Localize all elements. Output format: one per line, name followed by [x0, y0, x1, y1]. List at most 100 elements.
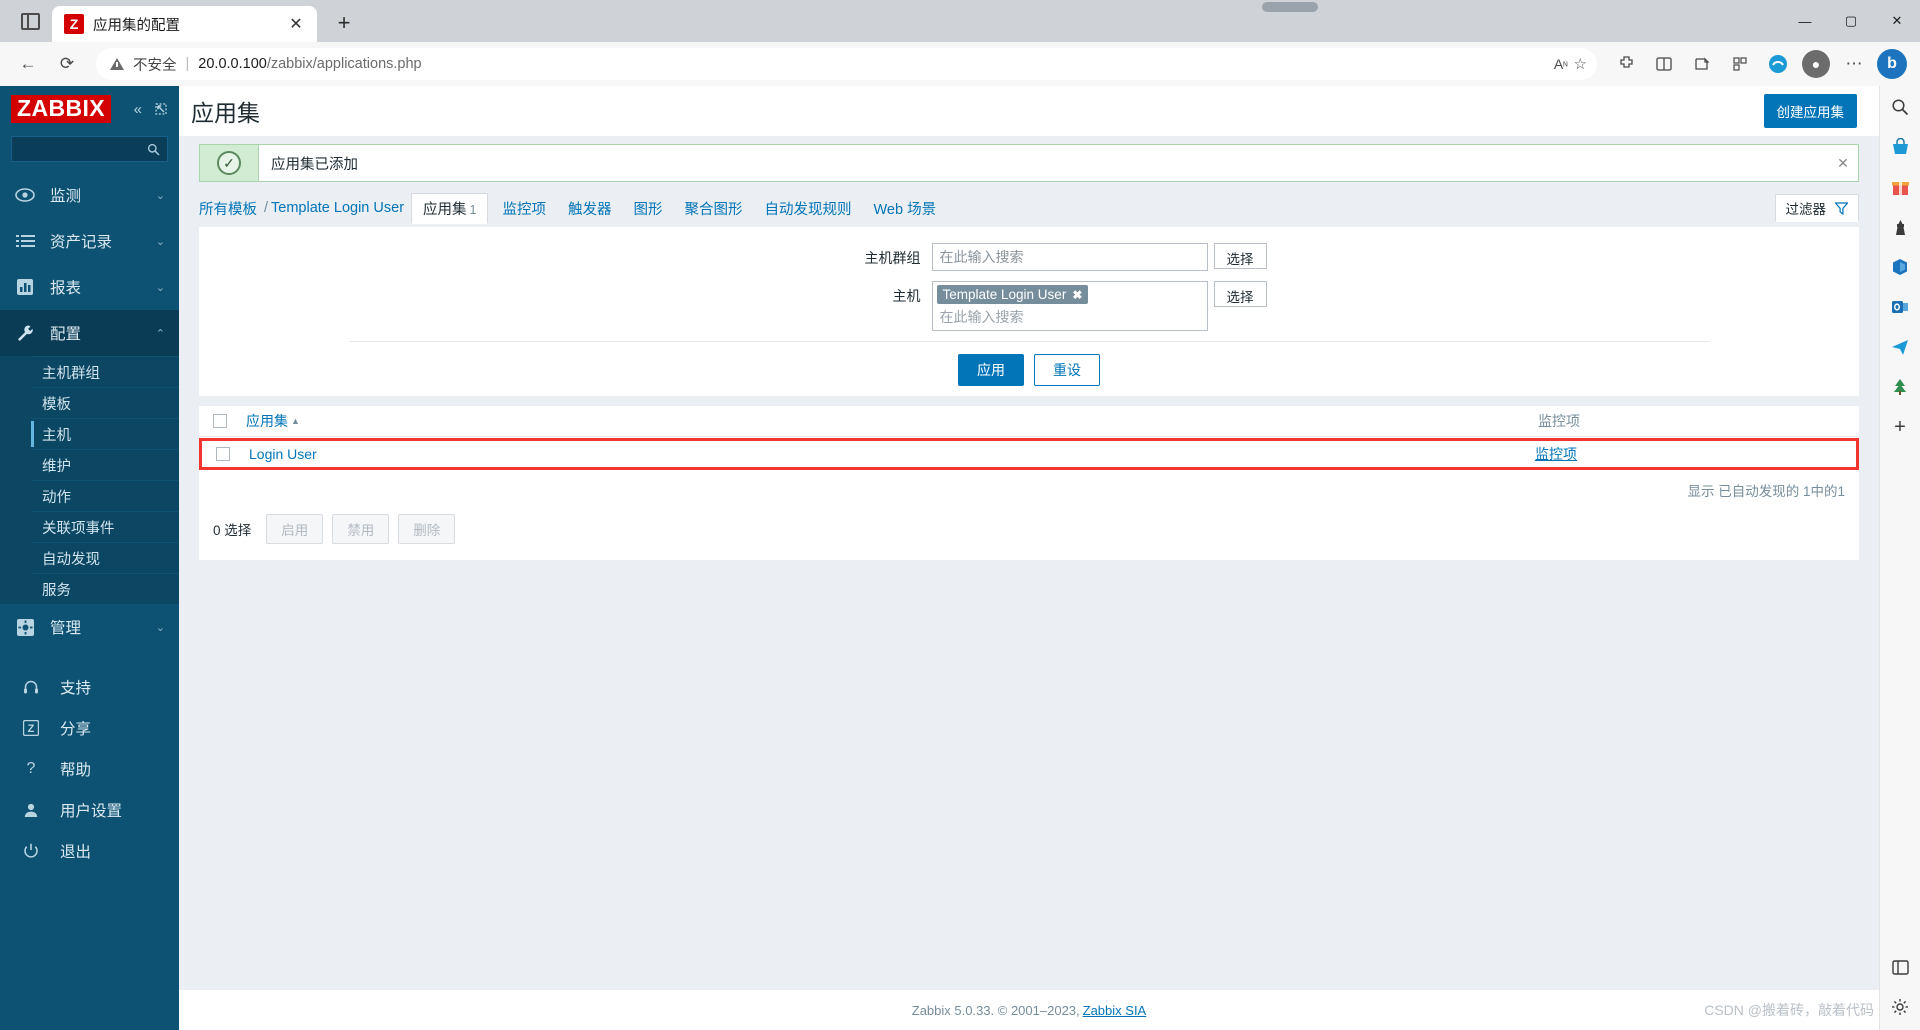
create-application-button[interactable]: 创建应用集 [1763, 94, 1857, 128]
close-window-button[interactable]: ✕ [1874, 0, 1920, 42]
filter-tab[interactable]: 过滤器 [1774, 194, 1859, 222]
browser-essentials-icon[interactable] [1722, 46, 1758, 82]
zabbix-square-icon: Z [20, 717, 42, 739]
sidebar-subitem-event-correlation[interactable]: 关联项事件 [31, 511, 179, 542]
sidebar-subitem-maintenance[interactable]: 维护 [31, 449, 179, 480]
minimize-button[interactable]: — [1782, 0, 1828, 42]
outlook-icon[interactable] [1887, 294, 1913, 320]
split-pane-icon[interactable] [1887, 954, 1913, 980]
reload-button[interactable]: ⟳ [49, 46, 85, 82]
sidebar-search-box[interactable] [11, 136, 168, 162]
row-items-link[interactable]: 监控项 [1535, 446, 1577, 462]
search-icon[interactable] [1887, 94, 1913, 120]
host-input[interactable]: Template Login User ✖ 在此输入搜索 [931, 281, 1208, 331]
remove-chip-icon[interactable]: ✖ [1072, 288, 1082, 302]
sidebar-subitem-discovery[interactable]: 自动发现 [31, 542, 179, 573]
new-tab-button[interactable]: + [327, 6, 361, 40]
shopping-icon[interactable] [1887, 134, 1913, 160]
sidebar-item-administration[interactable]: 管理 ⌄ [0, 604, 179, 650]
sidebar-subitem-actions[interactable]: 动作 [31, 480, 179, 511]
sidebar-item-share[interactable]: Z 分享 [0, 707, 179, 748]
power-icon [20, 840, 42, 862]
row-count-text: 显示 已自动发现的 1中的1 [199, 470, 1859, 500]
not-secure-warning-icon [110, 58, 124, 70]
host-group-select-button[interactable]: 选择 [1213, 243, 1267, 269]
reset-filter-button[interactable]: 重设 [1034, 354, 1100, 386]
footer-link-zabbix-sia[interactable]: Zabbix SIA [1083, 1003, 1147, 1018]
sidebar-item-configuration[interactable]: 配置 ⌃ [0, 310, 179, 356]
sidebar-item-monitoring[interactable]: 监测 ⌄ [0, 172, 179, 218]
sidebar-item-label: 资产记录 [50, 234, 113, 251]
filter-row-host: 主机 Template Login User ✖ 在此输入搜索 选择 [199, 281, 1859, 331]
sidebar-subitem-label: 模板 [42, 396, 71, 413]
sidebar-menu: 监测 ⌄ 资产记录 ⌄ 报表 ⌄ 配置 ⌃ 主机群组 模板 主机 维护 动作 关… [0, 172, 179, 881]
row-checkbox[interactable] [216, 447, 230, 461]
application-name-link[interactable]: Login User [249, 446, 317, 462]
split-screen-icon[interactable] [1646, 46, 1682, 82]
sidebar-item-signout[interactable]: 退出 [0, 830, 179, 871]
disable-button[interactable]: 禁用 [332, 514, 390, 544]
gift-icon[interactable] [1887, 174, 1913, 200]
more-options-icon[interactable]: ⋯ [1836, 46, 1872, 82]
tab-actions-button[interactable] [8, 0, 52, 42]
sidebar-item-inventory[interactable]: 资产记录 ⌄ [0, 218, 179, 264]
search-icon [147, 143, 160, 156]
column-header-application[interactable]: 应用集 [246, 411, 288, 431]
tree-icon[interactable] [1887, 374, 1913, 400]
tab-discovery-rules[interactable]: 自动发现规则 [753, 198, 862, 219]
sidebar-subitem-hosts[interactable]: 主机 [31, 418, 179, 449]
host-search-placeholder[interactable]: 在此输入搜索 [937, 304, 1203, 328]
sidebar-item-help[interactable]: ? 帮助 [0, 748, 179, 789]
extensions-icon[interactable] [1608, 46, 1644, 82]
page-content: ✓ 应用集已添加 ✕ 所有模板 / Template Login User 应用… [179, 136, 1879, 990]
bulk-actions-row: 0 选择 启用 禁用 删除 [199, 500, 1859, 560]
host-label: 主机 [892, 288, 921, 304]
copilot-icon[interactable] [1760, 46, 1796, 82]
settings-icon[interactable] [1887, 994, 1913, 1020]
tab-screens[interactable]: 聚合图形 [673, 198, 753, 219]
tab-graphs[interactable]: 图形 [622, 198, 673, 219]
close-tab-icon[interactable]: ✕ [283, 11, 309, 37]
sidebar-subitem-services[interactable]: 服务 [31, 573, 179, 604]
sidebar-item-reports[interactable]: 报表 ⌄ [0, 264, 179, 310]
profile-avatar[interactable]: ● [1798, 46, 1834, 82]
close-message-icon[interactable]: ✕ [1828, 145, 1858, 181]
host-group-input[interactable]: 在此输入搜索 [931, 243, 1208, 271]
favorite-star-icon[interactable]: ☆ [1574, 55, 1587, 73]
sidebar-subitem-host-groups[interactable]: 主机群组 [31, 356, 179, 387]
sidebar-subitem-templates[interactable]: 模板 [31, 387, 179, 418]
hide-sidebar-icon[interactable] [154, 102, 168, 116]
browser-tab[interactable]: Z 应用集的配置 ✕ [52, 6, 317, 42]
tab-web-scenarios[interactable]: Web 场景 [862, 198, 947, 219]
address-bar[interactable]: 不安全 | 20.0.0.100/zabbix/applications.php… [96, 48, 1597, 80]
back-button[interactable]: ← [10, 46, 46, 82]
game-icon[interactable] [1887, 214, 1913, 240]
collapse-sidebar-icon[interactable]: « [134, 101, 142, 118]
tab-items[interactable]: 监控项 [491, 198, 557, 219]
tab-triggers[interactable]: 触发器 [557, 198, 623, 219]
bing-discover-icon[interactable]: b [1874, 46, 1910, 82]
sidebar-item-user-settings[interactable]: 用户设置 [0, 789, 179, 830]
select-all-checkbox[interactable] [213, 414, 227, 428]
breadcrumb-template-name[interactable]: Template Login User [271, 200, 408, 216]
table-row[interactable]: Login User 监控项 [199, 438, 1859, 470]
sidebar-item-label: 分享 [60, 720, 92, 738]
tab-applications[interactable]: 应用集 1 [411, 192, 489, 224]
add-icon[interactable]: + [1887, 414, 1913, 440]
filter-tab-label: 过滤器 [1785, 202, 1827, 217]
sidebar-item-support[interactable]: 支持 [0, 666, 179, 707]
window-drag-handle[interactable] [1262, 2, 1318, 12]
maximize-button[interactable]: ▢ [1828, 0, 1874, 42]
read-aloud-icon[interactable]: Aᴺ [1554, 56, 1568, 72]
selection-count: 0 选择 [213, 523, 252, 538]
delete-button[interactable]: 删除 [398, 514, 456, 544]
breadcrumb-all-templates[interactable]: 所有模板 [199, 198, 261, 219]
collections-icon[interactable] [1684, 46, 1720, 82]
apply-filter-button[interactable]: 应用 [958, 354, 1024, 386]
host-select-button[interactable]: 选择 [1213, 281, 1267, 307]
m365-icon[interactable] [1887, 254, 1913, 280]
enable-button[interactable]: 启用 [266, 514, 324, 544]
row-items-cell: 监控项 [1535, 444, 1842, 464]
send-icon[interactable] [1887, 334, 1913, 360]
chevron-up-icon: ⌃ [155, 327, 165, 340]
